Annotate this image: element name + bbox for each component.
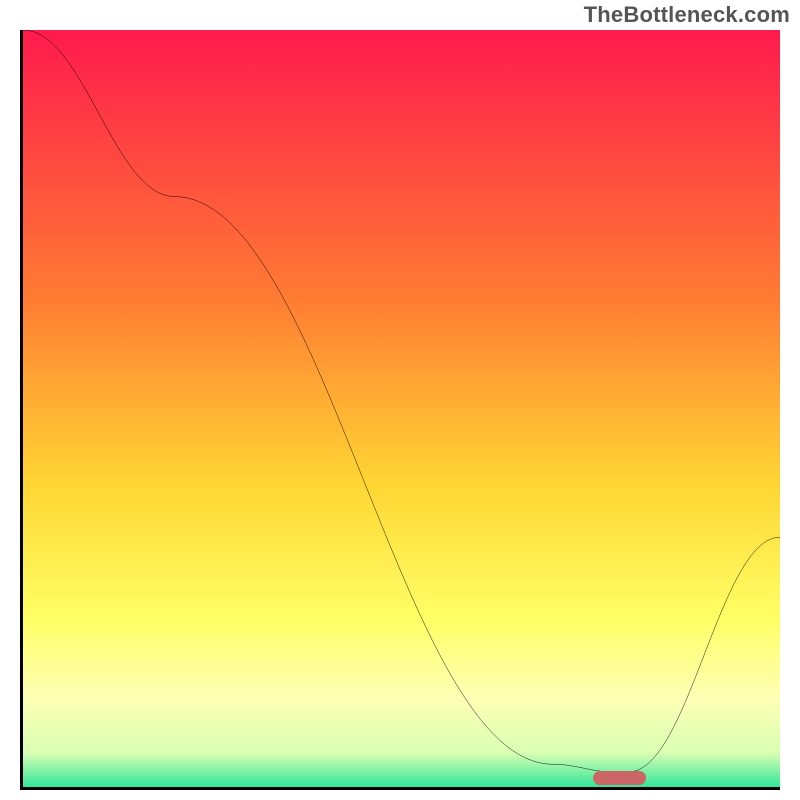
- optimal-range-marker: [593, 771, 646, 785]
- plot-area: [20, 30, 780, 790]
- watermark-text: TheBottleneck.com: [584, 2, 790, 28]
- bottleneck-curve: [23, 30, 780, 787]
- chart-container: TheBottleneck.com: [0, 0, 800, 800]
